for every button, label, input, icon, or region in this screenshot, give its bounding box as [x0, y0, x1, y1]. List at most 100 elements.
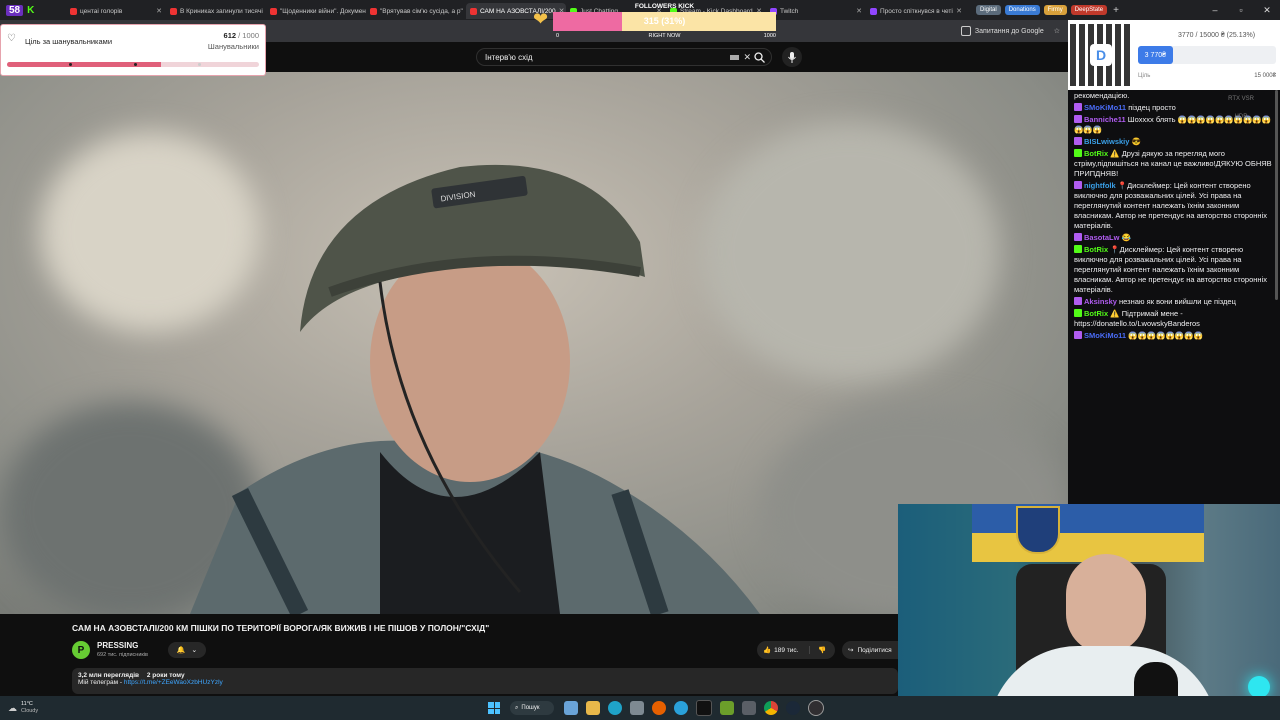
- file-explorer-icon[interactable]: [586, 701, 600, 715]
- chat-username[interactable]: Banniche11: [1084, 115, 1126, 124]
- media-player-icon[interactable]: [742, 701, 756, 715]
- follower-goal-widget: ♡ Ціль за шанувальниками 612 / 1000 Шану…: [0, 24, 266, 76]
- goal-unit: Шанувальники: [207, 42, 259, 51]
- search-button[interactable]: [746, 48, 772, 66]
- goal-marker: [198, 63, 201, 66]
- voice-search-button[interactable]: [782, 47, 802, 67]
- kick-badge-icon: [1074, 233, 1082, 241]
- chat-username[interactable]: BotRix: [1084, 245, 1108, 254]
- bookmark-pill[interactable]: Firmy: [1043, 5, 1067, 15]
- like-button[interactable]: 👍 189 тис.: [757, 646, 810, 654]
- video-description[interactable]: 3,2 млн переглядів 2 роки тому Мій телег…: [72, 668, 898, 694]
- cloud-icon: ☁: [8, 702, 17, 713]
- minimize-button[interactable]: –: [1202, 5, 1228, 16]
- share-icon: ↪: [848, 647, 854, 654]
- chat-username[interactable]: nightfolk: [1084, 181, 1116, 190]
- start-button[interactable]: [488, 702, 500, 714]
- kick-badge-icon: [1074, 331, 1082, 339]
- google-lens-icon[interactable]: [960, 26, 971, 36]
- donation-goal-value: 15 000₴: [1254, 73, 1276, 79]
- firefox-icon[interactable]: [652, 701, 666, 715]
- tab-label: Twitch: [780, 7, 799, 15]
- close-tab-icon[interactable]: ✕: [156, 7, 162, 15]
- bookmark-pill[interactable]: DeepState: [1070, 5, 1108, 15]
- channel-name[interactable]: PRESSING: [97, 641, 138, 650]
- chat-message: BotRix ⚠️ Підтримай мене - https://donat…: [1068, 308, 1280, 330]
- dislike-button[interactable]: 👎: [810, 646, 826, 654]
- kick-logo: K: [27, 4, 35, 16]
- google-query-label[interactable]: Запитання до Google: [975, 28, 1044, 35]
- chat-username[interactable]: BotRix: [1084, 309, 1108, 318]
- windows-taskbar: ☁ 11°C Cloudy ⌕ Пошук: [0, 696, 1280, 720]
- tab-favicon-icon: [70, 7, 77, 15]
- weather-widget[interactable]: ☁ 11°C Cloudy: [0, 701, 128, 715]
- chat-scrollbar[interactable]: [1275, 90, 1278, 300]
- steam-icon[interactable]: [786, 701, 800, 715]
- publish-date: 2 роки тому: [146, 672, 185, 679]
- followers-value: 315 (31%): [643, 16, 686, 26]
- browser-tab[interactable]: В Криниках загинули тисячі✕: [166, 3, 266, 19]
- maximize-button[interactable]: ▫: [1228, 5, 1254, 16]
- chat-message: BISLwiwskiy 😎: [1068, 136, 1280, 148]
- hdr-tag: HDR: [1234, 114, 1248, 120]
- channel-subscribers: 692 тис. підписників: [97, 652, 148, 658]
- chat-text: 😎: [1131, 137, 1141, 146]
- tab-favicon-icon: [270, 7, 277, 15]
- subscribe-bell-button[interactable]: 🔔 ⌄: [168, 642, 206, 658]
- search-icon: ⌕: [515, 704, 519, 711]
- tab-label: Просто спіткнувся в четі: [880, 7, 953, 15]
- browser-tab[interactable]: "Врятував сім'ю сусіда, а р"✕: [366, 3, 466, 19]
- like-count: 189 тис.: [774, 646, 799, 654]
- bookmark-pill[interactable]: Digital: [976, 5, 1001, 15]
- keyboard-icon[interactable]: [730, 54, 740, 60]
- close-tab-icon[interactable]: ✕: [956, 7, 962, 15]
- chat-message: BotRix ⚠️ Друзі дякую за перегляд мого с…: [1068, 148, 1280, 180]
- chat-username[interactable]: Aksinsky: [1084, 297, 1117, 306]
- goal-title: Ціль за шанувальниками: [25, 37, 113, 46]
- share-label: Поділитися: [857, 646, 892, 654]
- task-view-icon[interactable]: [564, 701, 578, 715]
- donation-qr-code[interactable]: D: [1070, 24, 1132, 86]
- telegram-link[interactable]: https://t.me/+ZEeWaoXzbHUzYzly: [124, 679, 223, 686]
- search-input[interactable]: Інтерв'ю схід ✕: [476, 48, 772, 66]
- chat-message: Aksinsky незнаю як вони вийшли це піздец: [1068, 296, 1280, 308]
- share-button[interactable]: ↪ Поділитися: [842, 641, 898, 659]
- chat-text: 😱😱😱😱😱😱😱😱: [1128, 331, 1203, 340]
- new-tab-button[interactable]: +: [1113, 5, 1119, 16]
- close-tab-icon[interactable]: ✕: [856, 7, 862, 15]
- bookmark-pill[interactable]: Donations: [1004, 5, 1040, 15]
- browser-tab[interactable]: центаі голорів ✕: [66, 3, 166, 19]
- browser-tab[interactable]: САМ НА АЗОВСТАЛІ/200✕: [466, 3, 566, 19]
- goal-marker: [69, 63, 72, 66]
- tab-favicon-icon: [170, 7, 177, 15]
- telegram-icon[interactable]: [674, 701, 688, 715]
- thumbs-down-icon: 👎: [818, 647, 827, 654]
- rtx-vsr-tag: RTX VSR: [1228, 96, 1254, 102]
- kick-badge-icon: [1074, 309, 1082, 317]
- star-icon[interactable]: ☆: [1054, 27, 1060, 35]
- browser-tab[interactable]: "Щоденники війни". Документ✕: [266, 3, 366, 19]
- obs-icon[interactable]: [808, 700, 824, 716]
- capcut-icon[interactable]: [696, 700, 712, 716]
- nvidia-icon[interactable]: [720, 701, 734, 715]
- channel-avatar[interactable]: P: [72, 641, 90, 659]
- browser-tab[interactable]: Просто спіткнувся в четі ✕: [866, 3, 966, 19]
- edge-icon[interactable]: [608, 701, 622, 715]
- close-window-button[interactable]: ✕: [1254, 5, 1280, 16]
- search-icon: [753, 51, 765, 63]
- chat-username[interactable]: SMoKiMo11: [1084, 331, 1126, 340]
- chat-username[interactable]: BasotaLw: [1084, 233, 1119, 242]
- browser-tab[interactable]: Twitch ✕: [766, 3, 866, 19]
- followers-title: FOLLOWERS KICK: [634, 3, 695, 10]
- settings-icon[interactable]: [630, 701, 644, 715]
- chat-username[interactable]: BotRix: [1084, 149, 1108, 158]
- chrome-icon[interactable]: [764, 701, 778, 715]
- goal-marker: [134, 63, 137, 66]
- chat-username[interactable]: SMoKiMo11: [1084, 103, 1126, 112]
- kick-badge-icon: [1074, 137, 1082, 145]
- microphone-icon: [788, 51, 796, 63]
- chat-message: BasotaLw 😂: [1068, 232, 1280, 244]
- weather-condition: Cloudy: [21, 708, 39, 714]
- taskbar-search[interactable]: ⌕ Пошук: [510, 701, 554, 715]
- chat-username[interactable]: BISLwiwskiy: [1084, 137, 1129, 146]
